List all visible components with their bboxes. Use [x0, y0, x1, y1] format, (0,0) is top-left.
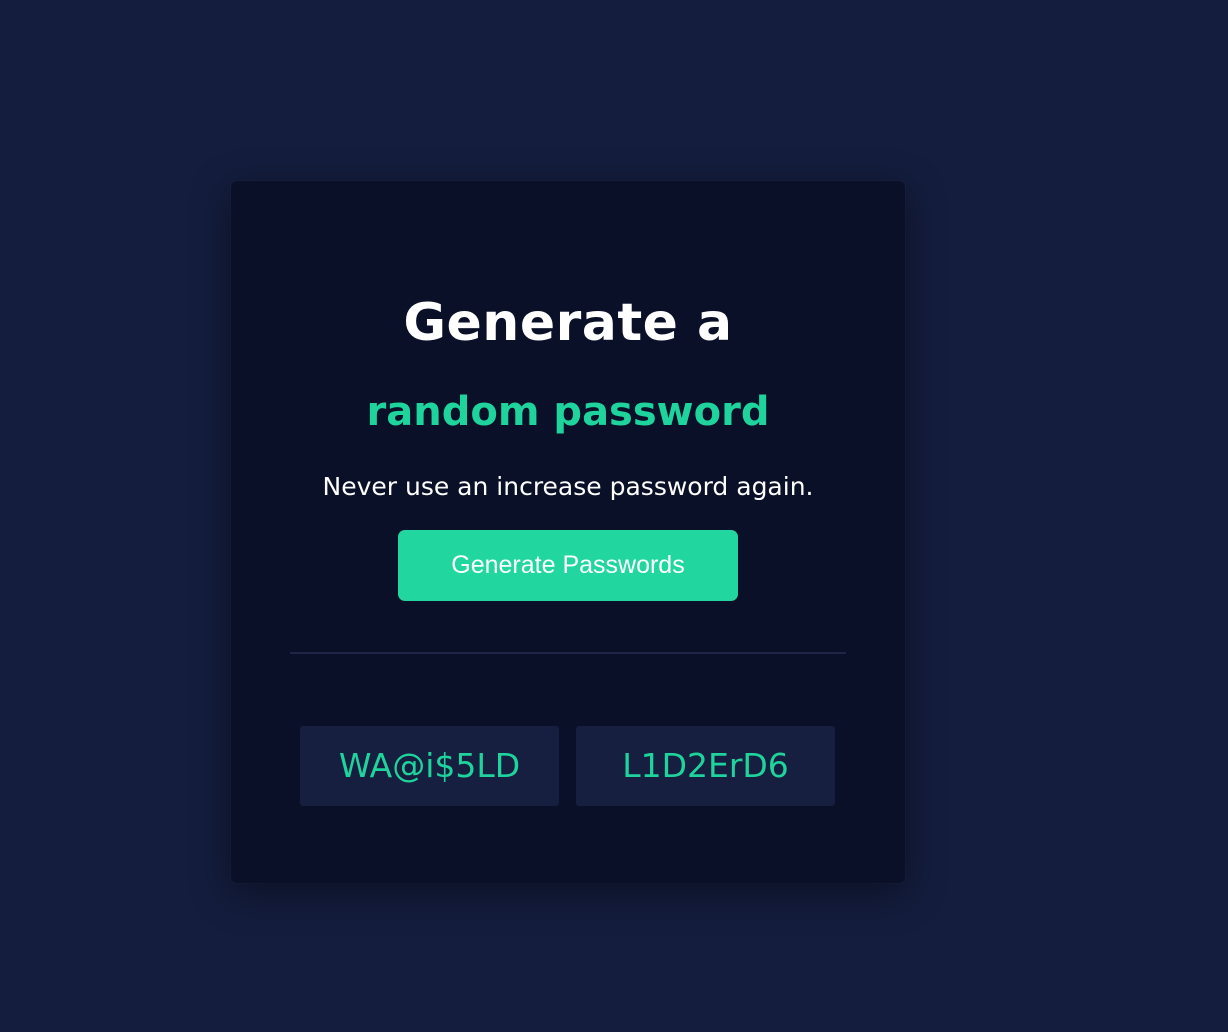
page-subtitle: random password	[366, 389, 770, 435]
password-output-2[interactable]: L1D2ErD6	[576, 726, 835, 806]
password-generator-card: Generate a random password Never use an …	[231, 181, 905, 883]
generate-passwords-button[interactable]: Generate Passwords	[398, 530, 738, 601]
password-output-1[interactable]: WA@i$5LD	[300, 726, 559, 806]
tagline: Never use an increase password again.	[322, 472, 814, 501]
page-title: Generate a	[403, 293, 733, 353]
divider	[290, 652, 846, 654]
